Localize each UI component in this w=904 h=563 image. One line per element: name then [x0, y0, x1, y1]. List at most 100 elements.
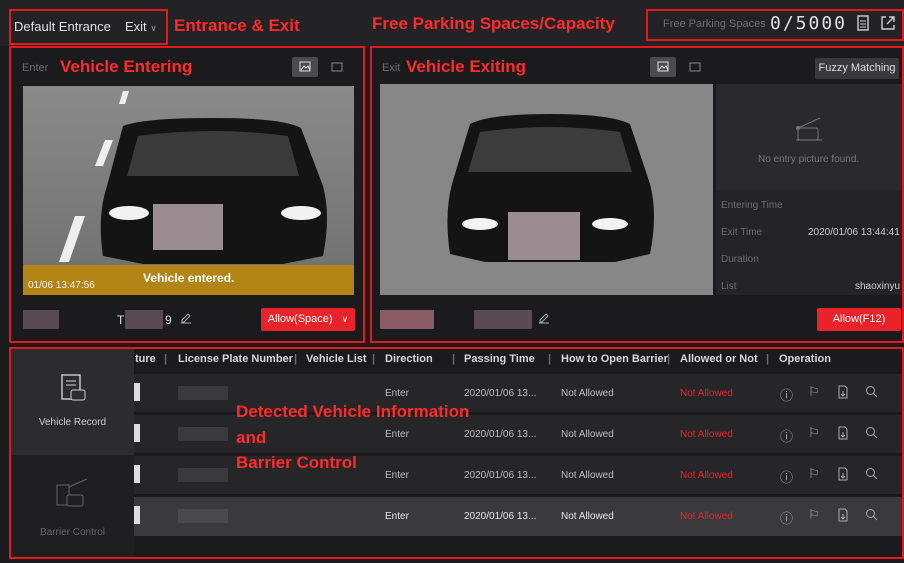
sidebar-item-label: Vehicle Record — [38, 417, 107, 428]
column-divider: | — [667, 353, 671, 365]
exit-vehicle-image — [380, 84, 713, 295]
exit-plate-image — [380, 310, 434, 329]
info-icon[interactable]: ⓘ — [780, 385, 793, 404]
export-icon[interactable] — [837, 508, 849, 525]
flag-icon[interactable]: ⚐ — [808, 384, 820, 400]
row-direction: Enter — [385, 511, 409, 522]
annotation-entrance-exit: Entrance & Exit — [174, 16, 300, 35]
annotation-vehicle-exiting: Vehicle Exiting — [406, 57, 526, 76]
column-divider: | — [452, 353, 456, 365]
column-divider: | — [766, 353, 770, 365]
annotation-detected-line2: and — [236, 428, 267, 447]
column-divider: | — [294, 353, 298, 365]
export-icon[interactable] — [837, 426, 849, 443]
row-allowed: Not Allowed — [680, 511, 733, 522]
row-thumbnail — [134, 506, 140, 524]
exit-label: Exit — [382, 62, 401, 74]
row-direction: Enter — [385, 470, 409, 481]
column-header: Vehicle List — [306, 353, 367, 365]
exit-time-value: 2020/01/06 13:44:41 — [808, 227, 900, 238]
entering-time-label: Entering Time — [721, 200, 783, 211]
info-icon[interactable]: ⓘ — [780, 508, 793, 527]
column-header: Direction — [385, 353, 433, 365]
enter-label: Enter — [22, 62, 49, 74]
row-passing-time: 2020/01/06 13... — [464, 429, 537, 440]
flag-icon[interactable]: ⚐ — [808, 466, 820, 482]
exit-picture-button[interactable] — [650, 57, 676, 77]
column-divider: | — [372, 353, 376, 365]
plate-blur — [178, 427, 228, 441]
enter-video-button[interactable] — [324, 57, 350, 77]
plate-blur — [178, 386, 228, 400]
column-header: How to Open Barrier — [561, 353, 668, 365]
picture-icon — [657, 61, 669, 72]
picture-icon — [299, 61, 311, 72]
search-icon[interactable] — [865, 508, 878, 524]
row-direction: Enter — [385, 388, 409, 399]
enter-plate-text-b: 9 — [165, 313, 172, 327]
row-how-to-open: Not Allowed — [561, 429, 614, 440]
duration-label: Duration — [721, 254, 759, 265]
row-passing-time: 2020/01/06 13... — [464, 388, 537, 399]
annotation-detected-line1: Detected Vehicle Information — [236, 402, 470, 421]
column-divider: | — [164, 353, 168, 365]
sidebar-item-barrier-control[interactable]: Barrier Control — [11, 455, 134, 557]
row-thumbnail — [134, 424, 140, 442]
row-how-to-open: Not Allowed — [561, 388, 614, 399]
column-divider: | — [548, 353, 552, 365]
barrier-control-icon — [55, 475, 89, 512]
enter-picture-button[interactable] — [292, 57, 318, 77]
column-header: License Plate Number — [178, 353, 293, 365]
exit-select[interactable]: Exit ∨ — [125, 19, 157, 34]
column-header: Operation — [779, 353, 831, 365]
search-icon[interactable] — [865, 467, 878, 483]
search-icon[interactable] — [865, 385, 878, 401]
flag-icon[interactable]: ⚐ — [808, 425, 820, 441]
flag-icon[interactable]: ⚐ — [808, 507, 820, 523]
video-icon — [689, 62, 701, 72]
column-header: ture — [135, 353, 156, 365]
row-passing-time: 2020/01/06 13... — [464, 511, 537, 522]
exit-time-label: Exit Time — [721, 227, 763, 238]
sidebar-item-label: Barrier Control — [39, 527, 106, 538]
chevron-down-icon: ∨ — [341, 314, 349, 324]
free-parking-label: Free Parking Spaces — [663, 18, 766, 30]
exit-plate-blur — [474, 310, 532, 329]
list-value: shaoxinyu — [855, 281, 901, 292]
sidebar-item-vehicle-record[interactable]: Vehicle Record — [11, 349, 134, 455]
no-entry-picture-text: No entry picture found. — [758, 154, 860, 165]
free-parking-value: 0/5000 — [770, 13, 848, 34]
vehicle-record-icon — [59, 373, 87, 406]
entrance-select[interactable]: Default Entrance — [14, 19, 111, 34]
row-direction: Enter — [385, 429, 409, 440]
popout-icon[interactable] — [880, 15, 896, 34]
table-row[interactable]: Enter 2020/01/06 13... Not Allowed Not A… — [134, 497, 902, 536]
edit-icon[interactable] — [537, 311, 551, 328]
plate-blur — [178, 468, 228, 482]
row-thumbnail — [134, 383, 140, 401]
export-icon[interactable] — [837, 385, 849, 402]
row-allowed: Not Allowed — [680, 388, 733, 399]
export-icon[interactable] — [837, 467, 849, 484]
document-icon[interactable] — [856, 15, 870, 34]
annotation-detected-line3: Barrier Control — [236, 453, 357, 472]
enter-plate-blur — [125, 310, 163, 329]
entry-picture-placeholder: No entry picture found. — [716, 84, 902, 190]
allow-space-button[interactable]: Allow(Space) ∨ — [261, 308, 355, 331]
exit-select-label: Exit — [125, 19, 147, 34]
row-allowed: Not Allowed — [680, 429, 733, 440]
row-thumbnail — [134, 465, 140, 483]
column-header: Passing Time — [464, 353, 535, 365]
list-label: List — [721, 281, 737, 292]
search-icon[interactable] — [865, 426, 878, 442]
exit-video-button[interactable] — [682, 57, 708, 77]
annotation-free-parking: Free Parking Spaces/Capacity — [372, 14, 615, 33]
fuzzy-matching-button[interactable]: Fuzzy Matching — [815, 58, 899, 79]
row-passing-time: 2020/01/06 13... — [464, 470, 537, 481]
info-icon[interactable]: ⓘ — [780, 426, 793, 445]
column-header: Allowed or Not — [680, 353, 758, 365]
allow-f12-button[interactable]: Allow(F12) — [817, 308, 901, 331]
plate-blur — [178, 509, 228, 523]
edit-icon[interactable] — [179, 311, 193, 328]
info-icon[interactable]: ⓘ — [780, 467, 793, 486]
